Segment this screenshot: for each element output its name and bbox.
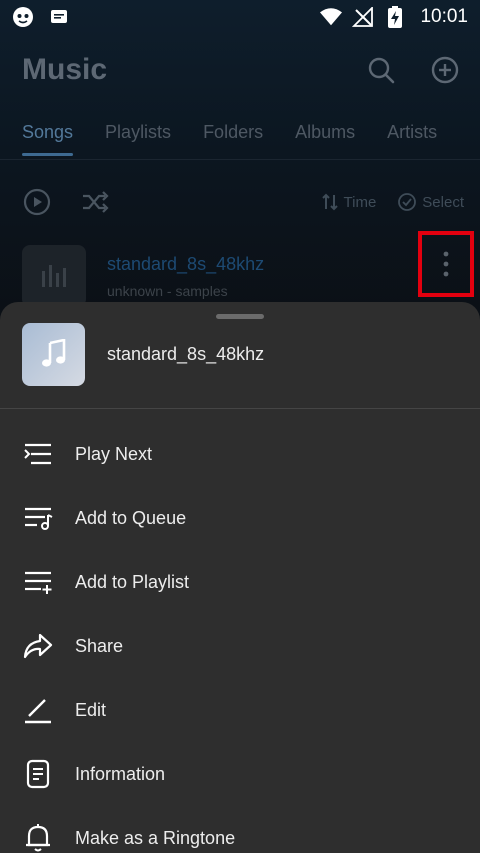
menu-label-edit: Edit: [75, 699, 107, 720]
menu-label-play-next: Play Next: [75, 443, 153, 464]
no-signal-icon: [352, 6, 374, 28]
wifi-icon: [320, 6, 343, 28]
sheet-drag-handle[interactable]: [216, 314, 264, 319]
menu-item-edit[interactable]: Edit: [0, 678, 480, 742]
music-note-icon: [41, 339, 65, 367]
sheet-song-thumbnail: [22, 322, 85, 386]
sheet-song-title: standard_8s_48khz: [107, 343, 265, 364]
sheet-header: standard_8s_48khz: [22, 322, 460, 386]
song-subtitle: unknown - samples: [107, 282, 228, 299]
menu-label-share: Share: [75, 635, 124, 656]
bell-icon: [22, 822, 54, 853]
tab-artists[interactable]: Artists: [387, 116, 437, 158]
share-icon: [22, 630, 54, 662]
menu-item-ringtone[interactable]: Make as a Ringtone: [0, 806, 480, 853]
menu-item-add-to-playlist[interactable]: Add to Playlist: [0, 550, 480, 614]
status-bar: 10:01: [0, 0, 480, 34]
menu-label-information: Information: [75, 763, 166, 784]
menu-item-information[interactable]: Information: [0, 742, 480, 806]
song-thumbnail: [22, 245, 86, 307]
menu-item-add-to-queue[interactable]: Add to Queue: [0, 486, 480, 550]
app-face-icon: [12, 6, 34, 28]
sort-time-button[interactable]: Time: [321, 193, 377, 211]
tab-albums[interactable]: Albums: [295, 116, 355, 158]
tab-songs[interactable]: Songs: [22, 116, 74, 158]
information-icon: [22, 758, 54, 790]
play-all-icon[interactable]: [22, 187, 52, 217]
shuffle-icon[interactable]: [80, 187, 110, 217]
more-vertical-icon: [443, 251, 449, 277]
song-more-options-button[interactable]: [418, 231, 474, 297]
menu-label-add-to-playlist: Add to Playlist: [75, 571, 190, 592]
search-icon[interactable]: [366, 55, 396, 85]
page-title: Music: [22, 53, 108, 86]
sheet-menu: Play Next Add to Queue Add to Playlist S…: [0, 422, 480, 853]
equalizer-icon: [42, 265, 66, 287]
tab-playlists[interactable]: Playlists: [105, 116, 171, 158]
app-bar: Music: [22, 48, 460, 92]
add-circle-icon[interactable]: [430, 55, 460, 85]
message-icon: [48, 6, 70, 28]
song-list-item[interactable]: standard_8s_48khz unknown - samples: [22, 244, 480, 308]
song-toolbar: Time Select: [22, 184, 464, 220]
song-title: standard_8s_48khz: [107, 253, 265, 274]
select-label: Select: [422, 193, 464, 211]
sheet-divider: [0, 408, 480, 409]
edit-icon: [22, 694, 54, 726]
tab-folders[interactable]: Folders: [203, 116, 263, 158]
playlist-add-icon: [22, 566, 54, 598]
battery-charging-icon: [384, 6, 406, 28]
menu-item-play-next[interactable]: Play Next: [0, 422, 480, 486]
queue-music-icon: [22, 502, 54, 534]
menu-label-add-to-queue: Add to Queue: [75, 507, 187, 528]
tab-bar: Songs Playlists Folders Albums Artists: [0, 116, 480, 160]
sort-label: Time: [343, 193, 377, 211]
menu-label-ringtone: Make as a Ringtone: [75, 827, 236, 848]
play-next-icon: [22, 438, 54, 470]
status-time: 10:01: [420, 6, 468, 27]
menu-item-share[interactable]: Share: [0, 614, 480, 678]
song-options-bottom-sheet: standard_8s_48khz Play Next Add to Queue…: [0, 302, 480, 853]
select-button[interactable]: Select: [398, 193, 464, 211]
